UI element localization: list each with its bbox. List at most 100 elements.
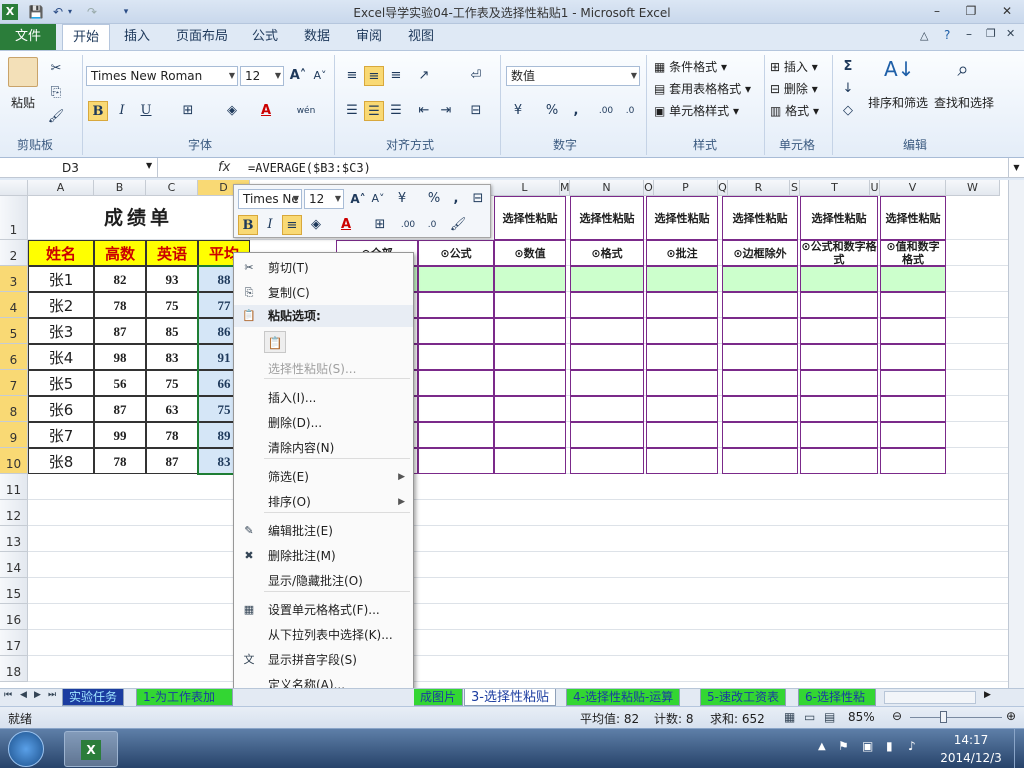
row-header[interactable]: 10 (0, 448, 28, 474)
menu-item[interactable]: 插入(I)... (234, 387, 413, 409)
data-cell[interactable]: 78 (94, 448, 146, 474)
ribbon-minimize-icon[interactable]: △ (920, 29, 928, 42)
sheet-tab[interactable]: 实验任务 (62, 689, 125, 706)
data-cell[interactable]: 张8 (28, 448, 94, 474)
menu-item[interactable]: ⎘ 复制(C) (234, 282, 413, 304)
paste-target-cell[interactable] (880, 344, 946, 370)
number-format-combo[interactable]: 数值 ▼ (506, 66, 640, 86)
data-cell[interactable]: 98 (94, 344, 146, 370)
file-tab[interactable]: 文件 (0, 24, 56, 50)
taskbar-excel-button[interactable]: X (64, 731, 118, 767)
doc-restore-icon[interactable]: ❐ (986, 27, 996, 40)
tab-formulas[interactable]: 公式 (242, 24, 288, 50)
underline-icon[interactable]: U (136, 101, 156, 121)
doc-minimize-icon[interactable]: – (966, 27, 972, 41)
paste-target-cell[interactable] (494, 266, 566, 292)
data-cell[interactable]: 82 (94, 266, 146, 292)
data-cell[interactable]: 75 (146, 292, 198, 318)
tab-page-layout[interactable]: 页面布局 (166, 24, 238, 50)
paste-target-cell[interactable] (722, 396, 798, 422)
table-format-button[interactable]: ▤ 套用表格格式 ▾ (654, 80, 751, 97)
paste-target-cell[interactable] (570, 318, 644, 344)
paste-target-cell[interactable] (800, 344, 878, 370)
column-header-c[interactable]: C (146, 180, 198, 196)
align-right-icon[interactable]: ☰ (386, 101, 406, 121)
zoom-in-icon[interactable]: ⊕ (1006, 709, 1016, 723)
sheet-tab[interactable]: 4-选择性粘贴-运算 (566, 689, 681, 706)
zoom-level[interactable]: 85% (848, 710, 875, 724)
mini-increase-decimal-icon[interactable]: .00 (398, 215, 418, 235)
row-header[interactable]: 3 (0, 266, 28, 292)
cell-style-button[interactable]: ▣ 单元格样式 ▾ (654, 102, 739, 119)
paste-target-cell[interactable] (800, 396, 878, 422)
row-header[interactable]: 12 (0, 500, 28, 526)
table-header-cell[interactable]: 高数 (94, 240, 146, 266)
data-cell[interactable]: 87 (94, 396, 146, 422)
next-sheet-icon[interactable]: ▶ (34, 690, 41, 700)
paste-target-cell[interactable] (494, 370, 566, 396)
row-header[interactable]: 11 (0, 474, 28, 500)
scroll-right-icon[interactable]: ▶ (984, 690, 991, 700)
find-select-button[interactable]: 查找和选择 (934, 94, 994, 111)
paste-target-cell[interactable] (646, 370, 718, 396)
sheet-tab[interactable]: 成图片 (414, 689, 464, 706)
paste-target-cell[interactable] (494, 318, 566, 344)
paste-title-cell[interactable]: 选择性粘贴 (570, 196, 644, 240)
increase-decimal-icon[interactable]: .00 (596, 101, 616, 121)
row-header[interactable]: 8 (0, 396, 28, 422)
page-break-view-icon[interactable]: ▤ (824, 710, 835, 724)
column-header-w[interactable]: W (946, 180, 1000, 196)
menu-item[interactable]: 从下拉列表中选择(K)... (234, 624, 413, 646)
row-header[interactable]: 1 (0, 196, 28, 240)
paste-target-cell[interactable] (880, 266, 946, 292)
menu-item[interactable]: 排序(O) ▶ (234, 491, 413, 513)
data-cell[interactable]: 张1 (28, 266, 94, 292)
paste-target-cell[interactable] (880, 396, 946, 422)
data-cell[interactable]: 75 (146, 370, 198, 396)
data-cell[interactable]: 78 (146, 422, 198, 448)
data-cell[interactable]: 78 (94, 292, 146, 318)
column-header-v[interactable]: V (880, 180, 946, 196)
paste-target-cell[interactable] (722, 344, 798, 370)
data-cell[interactable]: 93 (146, 266, 198, 292)
paste-option-cell[interactable]: ⊙公式 (418, 240, 494, 266)
data-cell[interactable]: 张7 (28, 422, 94, 448)
menu-item[interactable]: ✎ 编辑批注(E) (234, 520, 413, 542)
phonetic-icon[interactable]: wén (296, 101, 316, 121)
sort-filter-icon[interactable]: A↓ (884, 57, 914, 87)
device-icon[interactable]: ▣ (862, 739, 873, 753)
paste-target-cell[interactable] (722, 292, 798, 318)
row-header[interactable]: 16 (0, 604, 28, 630)
paste-target-cell[interactable] (418, 370, 494, 396)
paste-title-cell[interactable]: 选择性粘贴 (494, 196, 566, 240)
mini-size-combo[interactable]: 12 ▼ (304, 189, 344, 209)
menu-item[interactable]: 选择性粘贴(S)... (234, 358, 413, 380)
table-header-cell[interactable]: 英语 (146, 240, 198, 266)
help-icon[interactable]: ? (944, 28, 950, 42)
column-header-b[interactable]: B (94, 180, 146, 196)
column-header-a[interactable]: A (28, 180, 94, 196)
mini-currency-icon[interactable]: ¥ (392, 189, 412, 209)
find-select-icon[interactable]: ⌕ (948, 57, 978, 87)
mini-border-icon[interactable]: ⊞ (370, 215, 390, 235)
insert-function-icon[interactable]: fx (218, 158, 238, 178)
paste-target-cell[interactable] (646, 344, 718, 370)
column-header-u[interactable]: U (870, 180, 880, 196)
row-header[interactable]: 2 (0, 240, 28, 266)
flag-icon[interactable]: ⚑ (838, 739, 849, 753)
paste-target-cell[interactable] (418, 396, 494, 422)
menu-item[interactable]: 清除内容(N) (234, 437, 413, 459)
paste-option-cell[interactable]: ⊙格式 (570, 240, 644, 266)
zoom-out-icon[interactable]: ⊖ (892, 709, 902, 723)
paste-target-cell[interactable] (722, 318, 798, 344)
paste-target-cell[interactable] (880, 448, 946, 474)
paste-target-cell[interactable] (494, 292, 566, 318)
formula-input[interactable]: =AVERAGE($B3:$C3) (248, 158, 371, 178)
align-center-icon[interactable]: ☰ (364, 101, 384, 121)
insert-cells-button[interactable]: ⊞ 插入 ▾ (770, 58, 818, 75)
menu-item[interactable]: 删除(D)... (234, 412, 413, 434)
row-header[interactable]: 7 (0, 370, 28, 396)
paste-button[interactable]: 粘贴 (11, 94, 35, 111)
prev-sheet-icon[interactable]: ◀ (20, 690, 27, 700)
paste-target-cell[interactable] (570, 448, 644, 474)
